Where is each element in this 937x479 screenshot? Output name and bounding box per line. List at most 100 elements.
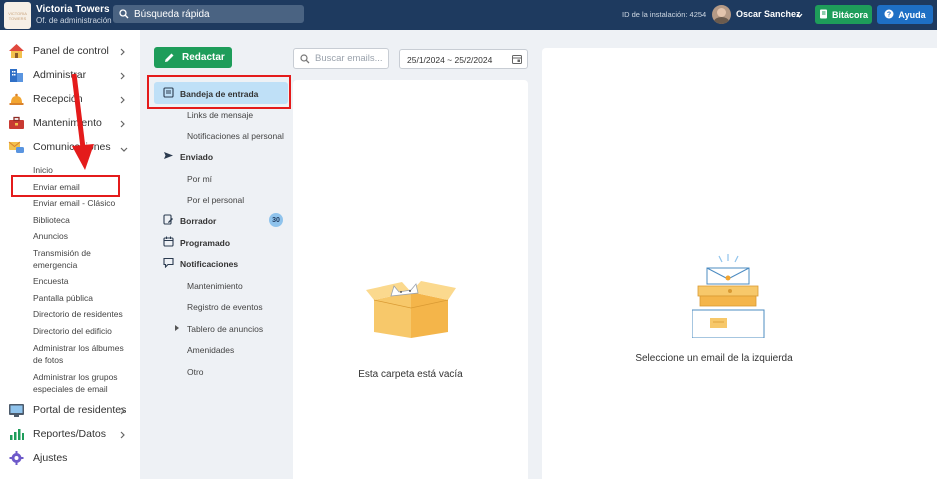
folder-label: Amenidades — [187, 345, 235, 355]
portal-icon — [8, 402, 25, 418]
avatar[interactable] — [712, 5, 731, 24]
folder-label: Notificaciones al personal — [187, 131, 284, 141]
calendar-icon[interactable] — [512, 54, 522, 67]
help-icon: ? — [884, 9, 894, 21]
sidebar-subitem-pantalla-publica[interactable]: Pantalla pública — [33, 292, 133, 304]
email-preview-panel: Seleccione un email de la izquierda — [542, 48, 937, 479]
folder-sent-by-staff[interactable]: Por el personal — [140, 189, 290, 209]
chevron-right-icon — [120, 406, 125, 418]
annotation-highlight-enviar-email — [11, 175, 120, 197]
chevron-right-icon — [120, 430, 125, 442]
installation-id: ID de la instalación: 4254 — [622, 10, 707, 19]
chevron-right-icon — [120, 47, 125, 59]
folder-label: Mantenimiento — [187, 281, 243, 291]
empty-box-cat-illustration — [366, 278, 456, 343]
org-subtitle: Of. de administración — [36, 16, 112, 25]
sidebar-item-ajustes[interactable]: Ajustes — [0, 446, 140, 470]
folder-label: Links de mensaje — [187, 110, 254, 120]
folder-label: Notificaciones — [180, 259, 239, 269]
sidebar-item-label: Reportes/Datos — [33, 428, 106, 440]
date-range-value: 25/1/2024 ~ 25/2/2024 — [407, 55, 493, 65]
help-button[interactable]: ? Ayuda — [877, 5, 933, 24]
house-icon — [8, 43, 25, 59]
folder-other[interactable]: Otro — [140, 361, 290, 381]
email-list-panel: Esta carpeta está vacía — [293, 80, 528, 479]
sidebar-item-portal-residentes[interactable]: Portal de residentes — [0, 398, 140, 422]
chevron-down-icon — [120, 143, 128, 155]
gear-icon — [8, 450, 25, 466]
chat-bubble-icon — [163, 257, 174, 271]
sidebar-subitem-encuesta[interactable]: Encuesta — [33, 275, 133, 287]
notebook-icon — [819, 9, 828, 21]
sidebar-subitem-albumes-fotos[interactable]: Administrar los álbumes de fotos — [33, 342, 133, 366]
sidebar-item-label: Ajustes — [33, 452, 68, 464]
user-name[interactable]: Oscar Sanchez — [736, 9, 801, 19]
empty-folder-message: Esta carpeta está vacía — [358, 369, 463, 380]
folder-maintenance[interactable]: Mantenimiento — [140, 275, 290, 295]
drafts-count-badge: 30 — [269, 213, 283, 227]
folder-drafts[interactable]: Borrador 30 — [140, 210, 290, 230]
annotation-highlight-inbox — [147, 75, 291, 109]
sidebar-subitem-grupos-email[interactable]: Administrar los grupos especiales de ema… — [33, 371, 133, 395]
compose-label: Redactar — [182, 52, 225, 63]
search-icon — [300, 53, 310, 64]
folder-staff-notifications[interactable]: Notificaciones al personal — [140, 125, 290, 145]
sidebar-item-label: Panel de control — [33, 45, 109, 57]
quick-search-input[interactable]: Búsqueda rápida — [113, 5, 304, 23]
sidebar-subitem-anuncios[interactable]: Anuncios — [33, 230, 133, 242]
toolbox-icon — [8, 115, 25, 131]
sidebar-subitem-transmision-emergencia[interactable]: Transmisión de emergencia — [33, 247, 113, 271]
search-icon — [119, 9, 129, 19]
org-switcher[interactable]: Victoria Towers Of. de administración — [36, 4, 112, 25]
folder-label: Registro de eventos — [187, 302, 263, 312]
folder-label: Tablero de anuncios — [187, 324, 264, 334]
bitacora-button[interactable]: Bitácora — [815, 5, 872, 24]
email-search-field[interactable] — [293, 48, 389, 69]
preview-placeholder-message: Seleccione un email de la izquierda — [635, 353, 793, 364]
folder-bulletin[interactable]: Tablero de anuncios — [140, 318, 290, 338]
sidebar-item-label: Portal de residentes — [33, 404, 127, 416]
send-icon — [163, 150, 174, 164]
bitacora-label: Bitácora — [831, 9, 868, 20]
bar-chart-icon — [8, 426, 25, 442]
quick-search-label: Búsqueda rápida — [134, 8, 210, 20]
sidebar-item-panel-de-control[interactable]: Panel de control — [0, 39, 140, 63]
caret-right-icon[interactable] — [175, 325, 179, 331]
mail-chat-icon — [8, 139, 25, 155]
compose-button[interactable]: Redactar — [154, 47, 232, 68]
sidebar-subitem-biblioteca[interactable]: Biblioteca — [33, 214, 133, 226]
date-range-picker[interactable]: 25/1/2024 ~ 25/2/2024 — [399, 49, 528, 69]
sidebar-subitem-directorio-edificio[interactable]: Directorio del edificio — [33, 325, 133, 337]
chevron-down-icon[interactable] — [796, 9, 803, 21]
pencil-icon — [164, 52, 175, 63]
svg-text:?: ? — [887, 11, 891, 18]
folder-label: Otro — [187, 367, 204, 377]
top-bar: VICTORIA TOWERS Victoria Towers Of. de a… — [0, 0, 937, 30]
folder-notifications[interactable]: Notificaciones — [140, 253, 290, 273]
calendar-clock-icon — [163, 236, 174, 250]
folder-label: Por mí — [187, 174, 213, 184]
help-label: Ayuda — [898, 9, 926, 20]
sidebar-subitem-directorio-residentes[interactable]: Directorio de residentes — [33, 308, 133, 320]
building-icon — [8, 67, 25, 83]
draft-edit-icon — [163, 214, 174, 228]
folder-sent[interactable]: Enviado — [140, 146, 290, 166]
mail-stack-illustration — [691, 252, 768, 341]
folder-label: Enviado — [180, 152, 214, 162]
folder-label: Programado — [180, 238, 231, 248]
chevron-right-icon — [120, 71, 125, 83]
folder-sent-by-me[interactable]: Por mí — [140, 168, 290, 188]
annotation-arrow-icon — [68, 72, 96, 175]
bell-icon — [8, 91, 25, 107]
logo-text: VICTORIA TOWERS — [8, 10, 27, 21]
org-name: Victoria Towers — [36, 4, 110, 15]
folder-event-log[interactable]: Registro de eventos — [140, 296, 290, 316]
chevron-right-icon — [120, 95, 125, 107]
folder-amenities[interactable]: Amenidades — [140, 339, 290, 359]
email-search-input[interactable] — [315, 53, 383, 64]
sidebar-subitem-enviar-email-clasico[interactable]: Enviar email - Clásico — [33, 197, 133, 209]
folder-label: Por el personal — [187, 195, 245, 205]
sidebar-item-reportes[interactable]: Reportes/Datos — [0, 422, 140, 446]
org-logo[interactable]: VICTORIA TOWERS — [4, 2, 31, 29]
folder-scheduled[interactable]: Programado — [140, 232, 290, 252]
